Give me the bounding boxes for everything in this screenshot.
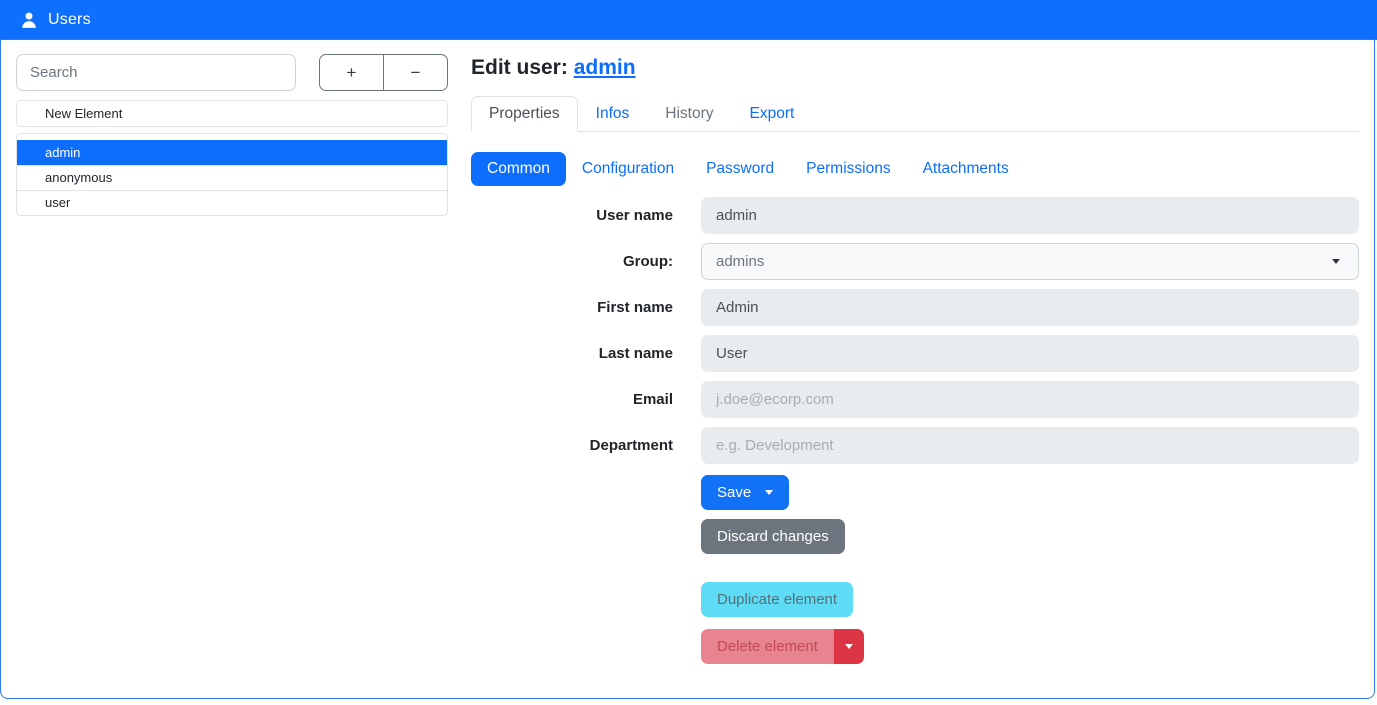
subtab-password[interactable]: Password: [690, 152, 790, 186]
main-panel: Edit user: admin Properties Infos Histor…: [471, 40, 1359, 664]
username-label: User name: [471, 207, 673, 224]
user-list: admin anonymous user: [16, 133, 448, 216]
duplicate-element-button: Duplicate element: [701, 582, 853, 617]
page-title: Edit user: admin: [471, 56, 1359, 80]
discard-changes-button[interactable]: Discard changes: [701, 519, 845, 554]
email-field: [701, 381, 1359, 418]
app-title: Users: [48, 11, 91, 29]
group-select[interactable]: admins: [701, 243, 1359, 280]
app-header: Users: [0, 0, 1377, 40]
tab-properties[interactable]: Properties: [471, 96, 578, 132]
department-field-wrap: [701, 427, 1359, 464]
tab-infos[interactable]: Infos: [578, 96, 648, 132]
page-title-prefix: Edit user:: [471, 56, 574, 79]
list-item-user[interactable]: user: [17, 190, 447, 215]
tab-export[interactable]: Export: [732, 96, 813, 132]
tab-bar: Properties Infos History Export: [471, 94, 1359, 132]
firstname-label: First name: [471, 299, 673, 316]
lastname-field: [701, 335, 1359, 372]
subtab-attachments[interactable]: Attachments: [907, 152, 1025, 186]
delete-dropdown-toggle[interactable]: [834, 629, 864, 664]
form-actions: Save Discard changes Duplicate element D…: [701, 475, 1359, 664]
email-field-wrap: [701, 381, 1359, 418]
save-dropdown-caret-icon[interactable]: [765, 490, 773, 495]
content-frame: + − New Element admin anonymous user Edi…: [0, 39, 1375, 699]
save-button-label: Save: [717, 484, 751, 501]
subtab-common[interactable]: Common: [471, 152, 566, 186]
email-label: Email: [471, 391, 673, 408]
group-field-wrap: admins: [701, 243, 1359, 280]
sidebar: + − New Element admin anonymous user: [16, 54, 448, 216]
form-row-lastname: Last name: [471, 335, 1359, 372]
department-field: [701, 427, 1359, 464]
list-item-anonymous[interactable]: anonymous: [17, 165, 447, 190]
add-element-button[interactable]: +: [320, 55, 383, 90]
department-label: Department: [471, 437, 673, 454]
new-element-item[interactable]: New Element: [16, 100, 448, 127]
user-icon: [20, 11, 38, 29]
sidebar-search-row: + −: [16, 54, 448, 91]
delete-button-group: Delete element: [701, 629, 864, 664]
firstname-field: [701, 289, 1359, 326]
form-row-department: Department: [471, 427, 1359, 464]
remove-element-button[interactable]: −: [383, 55, 447, 90]
list-item-admin[interactable]: admin: [17, 140, 447, 165]
group-label: Group:: [471, 253, 673, 270]
sub-tab-bar: Common Configuration Password Permission…: [471, 152, 1359, 186]
subtab-permissions[interactable]: Permissions: [790, 152, 906, 186]
add-remove-button-group: + −: [319, 54, 448, 91]
lastname-label: Last name: [471, 345, 673, 362]
delete-dropdown-caret-icon: [845, 644, 853, 649]
chevron-down-icon: [1332, 259, 1340, 264]
subtab-configuration[interactable]: Configuration: [566, 152, 690, 186]
new-element-label: New Element: [17, 106, 122, 121]
save-button[interactable]: Save: [701, 475, 789, 510]
search-input[interactable]: [16, 54, 296, 91]
group-select-value: admins: [716, 253, 764, 270]
firstname-field-wrap: [701, 289, 1359, 326]
user-form: User name Group: admins First name: [471, 197, 1359, 464]
form-row-firstname: First name: [471, 289, 1359, 326]
edited-user-link[interactable]: admin: [574, 56, 636, 79]
lastname-field-wrap: [701, 335, 1359, 372]
tab-history: History: [647, 96, 731, 132]
delete-element-button: Delete element: [701, 629, 834, 664]
form-row-email: Email: [471, 381, 1359, 418]
form-row-group: Group: admins: [471, 243, 1359, 280]
username-field: [701, 197, 1359, 234]
username-field-wrap: [701, 197, 1359, 234]
form-row-username: User name: [471, 197, 1359, 234]
